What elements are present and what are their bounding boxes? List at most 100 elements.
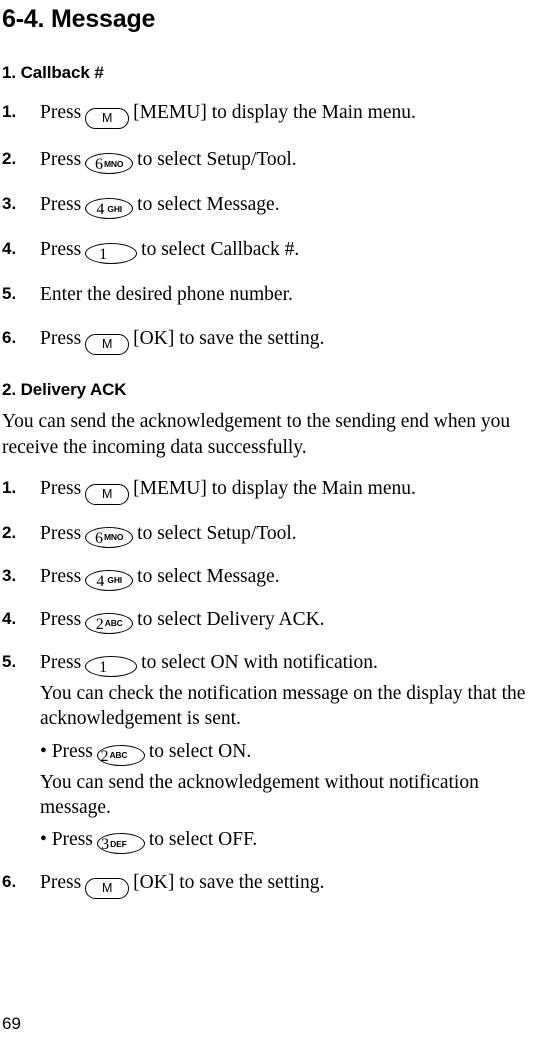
sub-bullet-text-after: to select OFF. [148,829,258,851]
step-text-before: Press [40,102,82,124]
step-text: Enter the desired phone number. [40,284,293,306]
step-number: 2. [2,149,17,169]
key-3-def-icon[interactable]: 3DEF [96,833,145,855]
bullet-dot-icon: • [40,829,47,851]
key-label: M [101,486,113,501]
key-letters: DEF [110,838,127,849]
key-2-abc-icon[interactable]: 2ABC [96,744,145,766]
key-digit: 1 [99,658,108,676]
step-text: Press M [OK] to save the setting. [40,326,538,355]
section-heading-callback: 1. Callback # [2,62,104,82]
step-item: 5. Enter the desired phone number. [0,282,538,307]
key-digit: 4 [96,201,105,219]
step-item: 4. Press 2ABC to select Delivery ACK. [0,607,538,634]
document-page: 6-4. Message 1. Callback # 1. Press M [MEM… [0,0,538,1040]
step-item: 2. Press 6MNO to select Setup/Tool. [0,147,538,175]
step-number: 1. [2,102,17,122]
bullet-dot-icon: • [40,740,47,762]
key-menu-icon[interactable]: M [85,483,130,505]
step-text-after: to select Message. [137,565,280,587]
step-text-before: Press [40,477,82,499]
key-label: M [101,111,113,126]
key-letters: GHI [107,575,122,586]
step-sub-bullet: • Press 2ABC to select ON. [40,739,538,766]
step-text-before: Press [40,565,82,587]
sub-bullet-text-after: to select ON. [148,740,252,762]
step-number: 5. [2,651,17,671]
step-text: Press 2ABC to select Delivery ACK. [40,607,538,634]
key-2-abc-icon[interactable]: 2ABC [85,612,134,634]
step-text-before: Press [40,651,82,673]
section-intro-paragraph: You can send the acknowledgement to the … [2,411,511,458]
step-text: Press M [OK] to save the setting. [40,870,538,900]
step-number: 4. [2,608,17,628]
key-6-mno-icon[interactable]: 6MNO [85,153,134,175]
key-menu-icon[interactable]: M [85,878,130,900]
step-text-before: Press [40,522,82,544]
step-number: 3. [2,565,17,585]
step-text-after: to select Message. [137,194,280,216]
step-text-before: Press [40,194,82,216]
step-item: 1. Press M [MEMU] to display the Main menu… [0,100,538,130]
step-text: Press 4 GHI to select Message. [40,192,538,220]
step-text: Press M [MEMU] to display the Main menu. [40,476,538,505]
step-number: 4. [2,239,17,259]
step-number: 6. [2,327,17,347]
key-digit: 6 [95,529,104,547]
key-label: M [101,881,113,896]
section-heading-delivery-ack: 2. Delivery ACK [2,379,127,399]
step-text-after: to select Callback #. [141,239,300,261]
key-4-ghi-icon[interactable]: 4 GHI [85,569,134,591]
step-text-after: [MEMU] to display the Main menu. [133,477,416,499]
key-letters: MNO [104,532,124,543]
step-item: 6. Press M [OK] to save the setting. [0,326,538,355]
step-item: 6. Press M [OK] to save the setting. [0,870,538,900]
key-digit: 3 [101,836,110,854]
step-text-after: [OK] to save the setting. [133,872,325,894]
step-text: Press 1 to select Callback #. [40,237,538,265]
step-sub-bullet: • Press 3DEF to select OFF. [40,827,538,855]
step-number: 3. [2,194,17,214]
key-menu-icon[interactable]: M [85,333,130,355]
key-digit: 2 [100,747,109,765]
step-text-after: [OK] to save the setting. [133,327,325,349]
step-text-after: to select ON with notification. [141,651,378,673]
step-text: Press 1 to select ON with notification. [40,650,538,677]
step-item: 3. Press 4 GHI to select Message. [0,564,538,591]
step-text-after: to select Delivery ACK. [137,608,325,630]
key-menu-icon[interactable]: M [85,108,130,130]
step-text: Press 4 GHI to select Message. [40,564,538,591]
step-text-after: to select Setup/Tool. [137,149,297,171]
step-note-paragraph: You can send the acknowledgement without… [40,771,479,818]
key-digit: 6 [95,156,104,174]
step-text-before: Press [40,872,82,894]
step-text: Press 6MNO to select Setup/Tool. [40,521,538,548]
key-6-mno-icon[interactable]: 6MNO [85,526,134,548]
page-title: 6-4. Message [2,5,156,33]
step-text-after: to select Setup/Tool. [137,522,297,544]
key-4-ghi-icon[interactable]: 4 GHI [85,198,134,220]
key-1-icon[interactable]: 1 [85,655,138,677]
step-text-before: Press [40,149,82,171]
step-item: 5. Press 1 to select ON with notification.… [0,650,538,855]
key-letters: ABC [109,750,128,761]
step-item: 2. Press 6MNO to select Setup/Tool. [0,521,538,548]
step-text: Press 6MNO to select Setup/Tool. [40,147,538,175]
step-number: 2. [2,522,17,542]
step-list-delivery-ack: 1. Press M [MEMU] to display the Main menu… [0,476,538,900]
key-1-icon[interactable]: 1 [85,243,138,265]
step-number: 1. [2,477,17,497]
key-digit: 1 [99,246,108,264]
key-letters: MNO [104,158,124,169]
key-letters: ABC [104,618,123,629]
key-digit: 2 [95,615,104,633]
step-text-after: [MEMU] to display the Main menu. [133,102,416,124]
step-list-callback: 1. Press M [MEMU] to display the Main menu… [0,100,538,355]
step-text: Press M [MEMU] to display the Main menu. [40,100,538,130]
step-item: 1. Press M [MEMU] to display the Main menu… [0,476,538,505]
step-number: 6. [2,872,17,892]
step-text-before: Press [40,608,82,630]
step-note-paragraph: You can check the notification message o… [40,682,526,730]
key-letters: GHI [107,203,122,214]
step-text-before: Press [40,327,82,349]
